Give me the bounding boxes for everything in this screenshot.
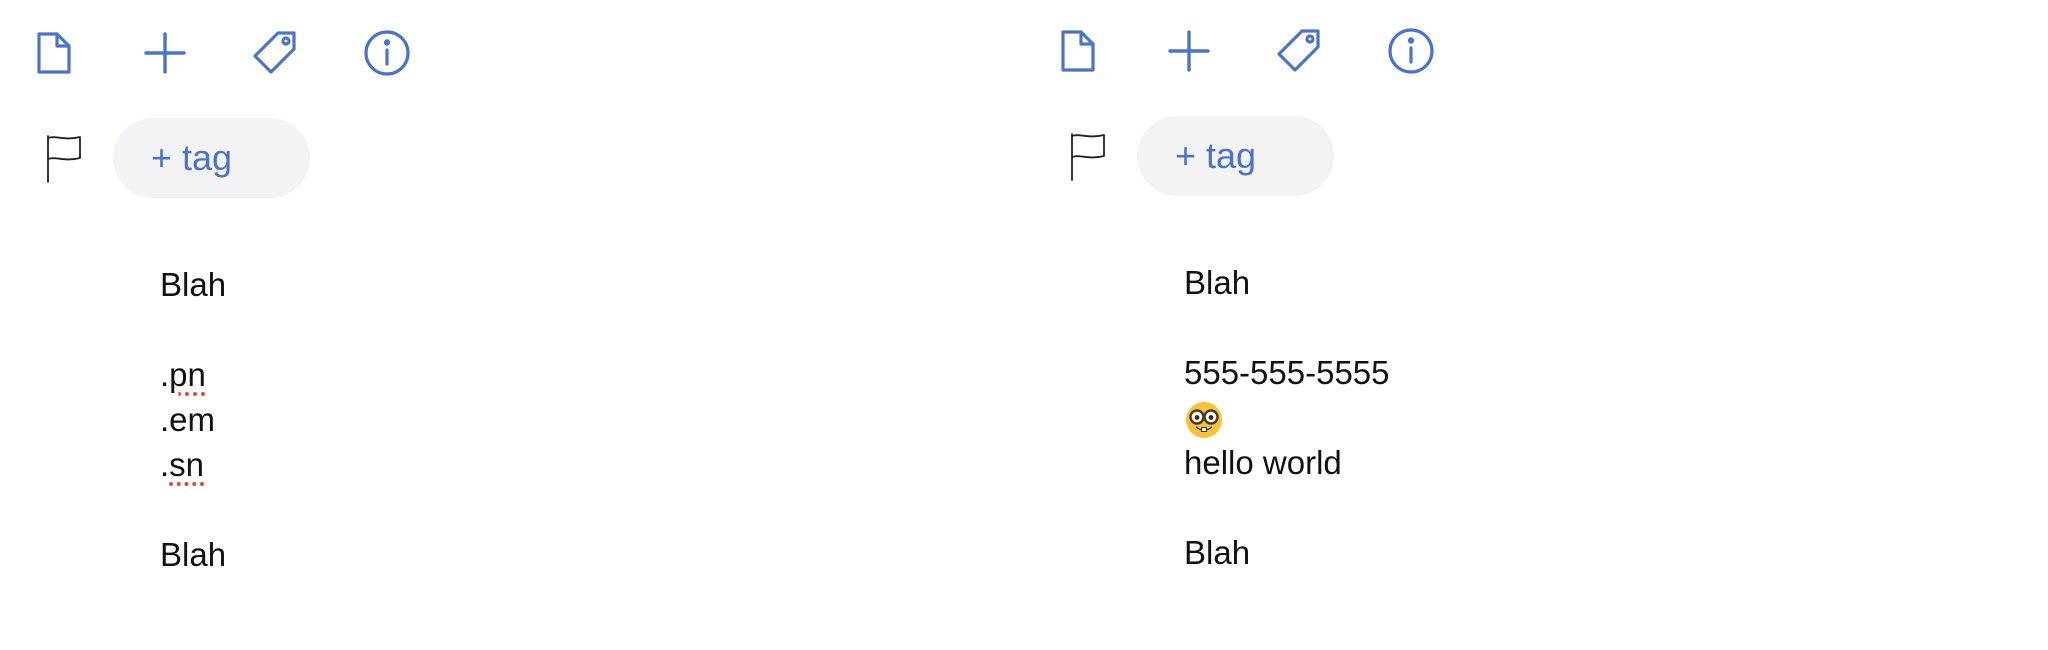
note-text-area[interactable]: Blah 555-555-5555 hello world Blah [1184, 260, 1390, 575]
note-line-prefix: . [160, 356, 170, 393]
tag-icon[interactable] [1274, 26, 1324, 76]
add-tag-button[interactable]: + tag [1137, 116, 1334, 196]
phone-number-text[interactable]: 555-555-5555 [1184, 350, 1390, 395]
misspelled-word[interactable]: pn [169, 356, 206, 393]
document-icon[interactable] [1053, 26, 1103, 76]
nerd-face-emoji-icon [1184, 400, 1224, 440]
info-icon[interactable] [362, 28, 412, 78]
note-line: Blah [160, 536, 227, 573]
add-tag-button[interactable]: + tag [113, 118, 310, 198]
note-line-prefix: . [160, 446, 170, 483]
note-line: .pn [160, 352, 226, 397]
document-icon[interactable] [29, 28, 79, 78]
tag-icon[interactable] [250, 28, 300, 78]
info-icon[interactable] [1386, 26, 1436, 76]
misspelled-word[interactable]: sn [169, 446, 204, 483]
plus-icon[interactable] [1164, 26, 1214, 76]
flag-icon[interactable] [1068, 130, 1108, 182]
note-line: .em [160, 401, 216, 438]
note-line: Blah [160, 266, 227, 303]
note-line: hello world [1184, 444, 1342, 481]
plus-icon[interactable] [140, 28, 190, 78]
note-line: Blah [1184, 264, 1251, 301]
note-text-area[interactable]: Blah .pn .em .sn Blah [160, 262, 226, 577]
note-line [1184, 395, 1390, 440]
flag-icon[interactable] [44, 132, 84, 184]
note-line: Blah [1184, 534, 1251, 571]
note-line: .sn [160, 442, 226, 487]
note-editor-left: + tag Blah .pn .em .sn Blah [0, 0, 1024, 650]
note-editor-right: + tag Blah 555-555-5555 hello world Blah [1024, 0, 2048, 650]
